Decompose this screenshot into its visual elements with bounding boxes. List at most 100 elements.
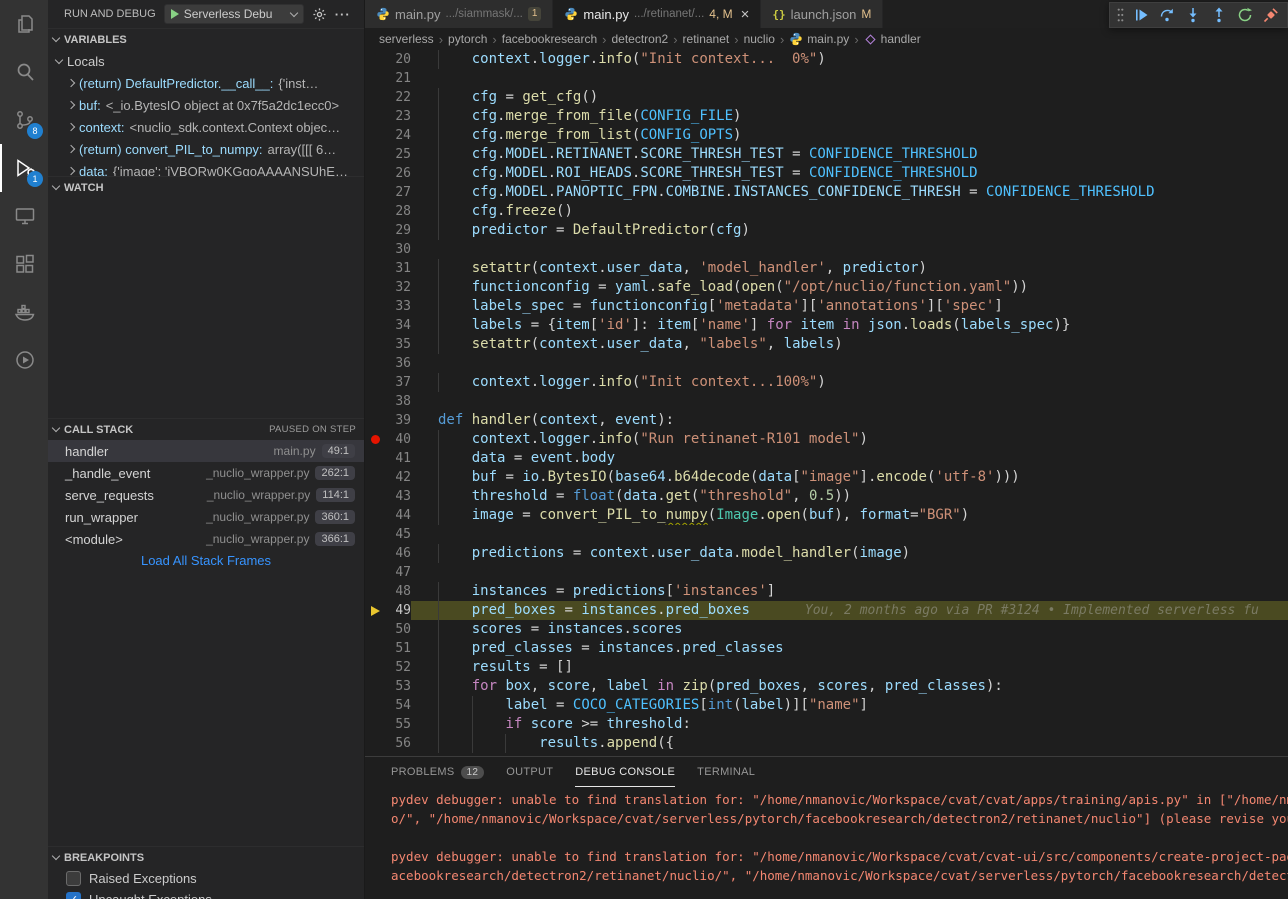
code-text[interactable]: cfg.MODEL.ROI_HEADS.SCORE_THRESH_TEST = … <box>411 164 1288 183</box>
activity-item-source-control[interactable]: 8 <box>0 96 48 144</box>
activity-item-extensions[interactable] <box>0 240 48 288</box>
code-text[interactable]: context.logger.info("Run retinanet-R101 … <box>411 430 1288 449</box>
gutter-glyph-margin[interactable] <box>365 639 385 658</box>
activity-item-search[interactable] <box>0 48 48 96</box>
code-text[interactable]: threshold = float(data.get("threshold", … <box>411 487 1288 506</box>
gutter-glyph-margin[interactable] <box>365 696 385 715</box>
code-text[interactable]: cfg = get_cfg() <box>411 88 1288 107</box>
gutter-glyph-margin[interactable] <box>365 202 385 221</box>
line-number[interactable]: 26 <box>385 164 411 183</box>
code-text[interactable] <box>411 392 1288 411</box>
code-text[interactable]: instances = predictions['instances'] <box>411 582 1288 601</box>
line-number[interactable]: 47 <box>385 563 411 582</box>
gutter-glyph-margin[interactable] <box>365 335 385 354</box>
line-number[interactable]: 51 <box>385 639 411 658</box>
gutter-glyph-margin[interactable] <box>365 107 385 126</box>
line-number[interactable]: 49 <box>385 601 411 620</box>
activity-item-run-and-debug[interactable]: 1 <box>0 144 48 192</box>
gutter-glyph-margin[interactable] <box>365 278 385 297</box>
line-number[interactable]: 40 <box>385 430 411 449</box>
debug-console-output[interactable]: pydev debugger: unable to find translati… <box>365 787 1288 899</box>
line-number[interactable]: 48 <box>385 582 411 601</box>
debug-step-into-button[interactable] <box>1180 3 1206 27</box>
line-number[interactable]: 30 <box>385 240 411 259</box>
stack-frame[interactable]: run_wrapper_nuclio_wrapper.py360:1 <box>48 506 364 528</box>
code-text[interactable] <box>411 240 1288 259</box>
stack-frame[interactable]: <module>_nuclio_wrapper.py366:1 <box>48 528 364 550</box>
gutter-glyph-margin[interactable] <box>365 468 385 487</box>
gutter-glyph-margin[interactable] <box>365 525 385 544</box>
panel-tab-output[interactable]: OUTPUT <box>506 757 553 787</box>
code-text[interactable]: labels = {item['id']: item['name'] for i… <box>411 316 1288 335</box>
code-text[interactable]: label = COCO_CATEGORIES[int(label)]["nam… <box>411 696 1288 715</box>
load-all-stack-frames-link[interactable]: Load All Stack Frames <box>48 550 364 572</box>
close-icon[interactable]: × <box>741 7 750 22</box>
gutter-glyph-margin[interactable] <box>365 734 385 753</box>
line-number[interactable]: 52 <box>385 658 411 677</box>
gutter-glyph-margin[interactable] <box>365 126 385 145</box>
debug-continue-button[interactable] <box>1128 3 1154 27</box>
code-text[interactable]: cfg.MODEL.RETINANET.SCORE_THRESH_TEST = … <box>411 145 1288 164</box>
stack-frame[interactable]: _handle_event_nuclio_wrapper.py262:1 <box>48 462 364 484</box>
variable-item[interactable]: context: <nuclio_sdk.context.Context obj… <box>48 116 364 138</box>
code-text[interactable] <box>411 69 1288 88</box>
breadcrumb-item[interactable]: nuclio <box>744 32 775 46</box>
gutter-glyph-margin[interactable] <box>365 221 385 240</box>
code-text[interactable]: def handler(context, event): <box>411 411 1288 430</box>
debug-step-over-button[interactable] <box>1154 3 1180 27</box>
gutter-glyph-margin[interactable] <box>365 677 385 696</box>
watch-section-header[interactable]: WATCH <box>48 176 364 198</box>
gutter-glyph-margin[interactable] <box>365 145 385 164</box>
variable-item[interactable]: (return) convert_PIL_to_numpy: array([[[… <box>48 138 364 160</box>
code-text[interactable] <box>411 563 1288 582</box>
line-number[interactable]: 36 <box>385 354 411 373</box>
activity-item-remote-explorer[interactable] <box>0 192 48 240</box>
line-number[interactable]: 46 <box>385 544 411 563</box>
launch-config-dropdown[interactable]: Serverless Debu <box>164 4 304 24</box>
drag-grip-icon[interactable] <box>1113 7 1128 23</box>
gutter-glyph-margin[interactable] <box>365 601 385 620</box>
code-text[interactable]: setattr(context.user_data, 'model_handle… <box>411 259 1288 278</box>
gutter-glyph-margin[interactable] <box>365 392 385 411</box>
line-number[interactable]: 41 <box>385 449 411 468</box>
code-text[interactable]: buf = io.BytesIO(base64.b64decode(data["… <box>411 468 1288 487</box>
code-text[interactable]: context.logger.info("Init context... 0%"… <box>411 50 1288 69</box>
activity-item-explorer[interactable] <box>0 0 48 48</box>
checkbox[interactable]: ✓ <box>66 892 81 899</box>
panel-tab-terminal[interactable]: TERMINAL <box>697 757 755 787</box>
breadcrumb-item[interactable]: handler <box>864 32 921 46</box>
variable-item[interactable]: buf: <_io.BytesIO object at 0x7f5a2dc1ec… <box>48 94 364 116</box>
scope-locals[interactable]: Locals <box>48 50 364 72</box>
line-number[interactable]: 20 <box>385 50 411 69</box>
line-number[interactable]: 25 <box>385 145 411 164</box>
gutter-glyph-margin[interactable] <box>365 544 385 563</box>
gear-icon[interactable] <box>312 7 327 22</box>
variables-section-header[interactable]: VARIABLES <box>48 28 364 50</box>
line-number[interactable]: 53 <box>385 677 411 696</box>
code-text[interactable]: scores = instances.scores <box>411 620 1288 639</box>
gutter-glyph-margin[interactable] <box>365 373 385 392</box>
gutter-glyph-margin[interactable] <box>365 620 385 639</box>
breadcrumb-item[interactable]: pytorch <box>448 32 487 46</box>
line-number[interactable]: 34 <box>385 316 411 335</box>
code-text[interactable]: pred_boxes = instances.pred_boxesYou, 2 … <box>411 601 1288 620</box>
gutter-glyph-margin[interactable] <box>365 240 385 259</box>
activity-item-docker[interactable] <box>0 288 48 336</box>
gutter-glyph-margin[interactable] <box>365 164 385 183</box>
code-text[interactable]: predictions = context.user_data.model_ha… <box>411 544 1288 563</box>
gutter-glyph-margin[interactable] <box>365 259 385 278</box>
gutter-glyph-margin[interactable] <box>365 715 385 734</box>
code-text[interactable]: cfg.merge_from_list(CONFIG_OPTS) <box>411 126 1288 145</box>
gutter-glyph-margin[interactable] <box>365 449 385 468</box>
start-debugging-icon[interactable] <box>171 9 179 19</box>
debug-disconnect-button[interactable] <box>1258 3 1284 27</box>
line-number[interactable]: 32 <box>385 278 411 297</box>
breakpoint-item[interactable]: Raised Exceptions <box>48 868 364 889</box>
debug-step-out-button[interactable] <box>1206 3 1232 27</box>
line-number[interactable]: 33 <box>385 297 411 316</box>
code-text[interactable]: results = [] <box>411 658 1288 677</box>
breadcrumb-item[interactable]: facebookresearch <box>502 32 597 46</box>
line-number[interactable]: 23 <box>385 107 411 126</box>
breadcrumb-item[interactable]: main.py <box>789 32 849 46</box>
line-number[interactable]: 24 <box>385 126 411 145</box>
